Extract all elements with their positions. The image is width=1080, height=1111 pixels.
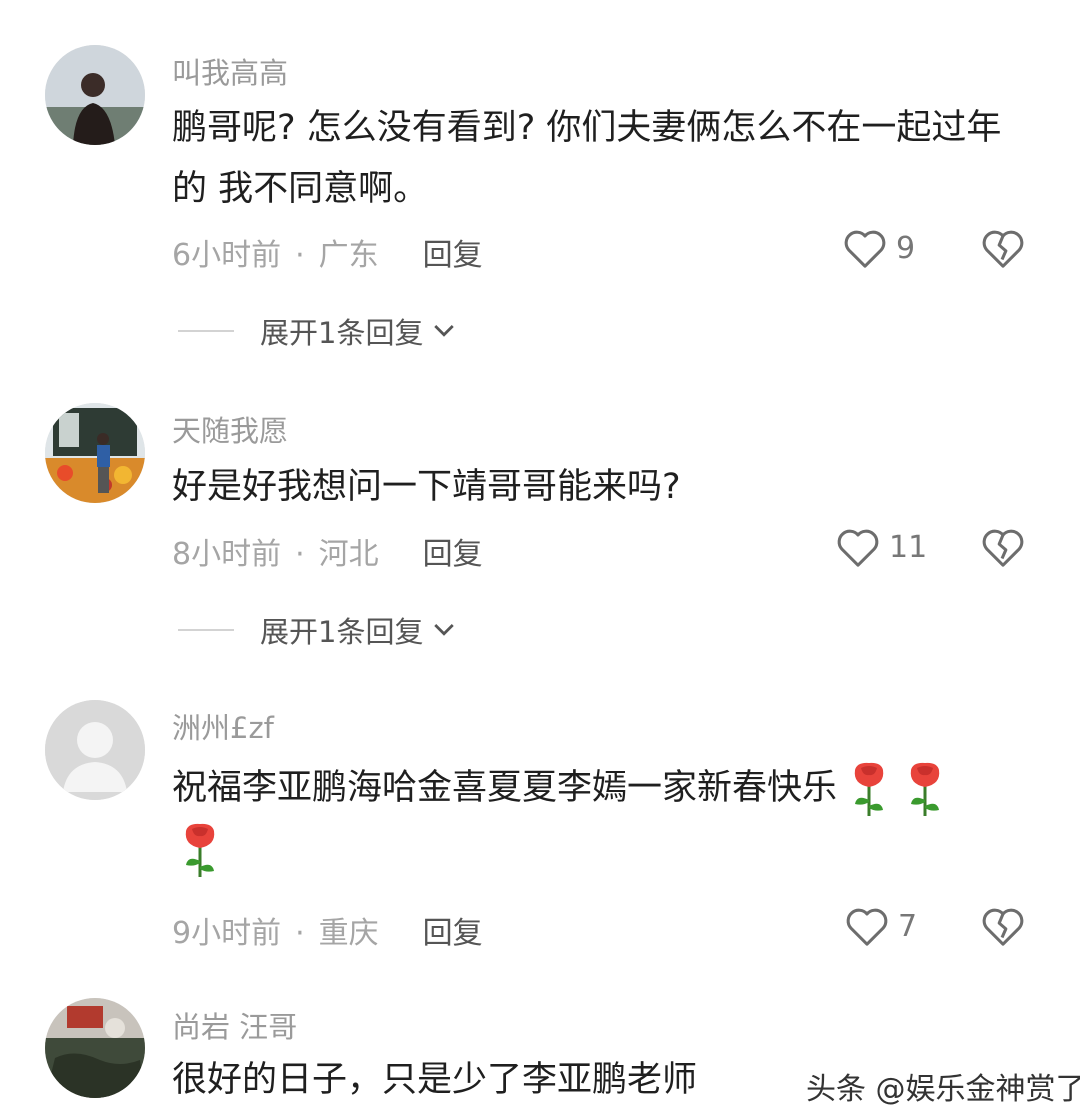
chevron-down-icon <box>434 624 455 636</box>
like-count: 7 <box>898 908 918 944</box>
broken-heart-icon[interactable] <box>980 226 1026 270</box>
expand-replies-button[interactable]: 展开1条回复 <box>178 609 459 651</box>
divider-line <box>178 330 234 332</box>
like-count: 9 <box>896 230 916 266</box>
heart-outline-icon <box>844 230 886 268</box>
broken-heart-icon[interactable] <box>980 904 1026 948</box>
rose-emoji <box>185 823 215 877</box>
meta-separator: · <box>295 238 305 273</box>
comment-text: 祝福李亚鹏海哈金喜夏夏李嫣一家新春快乐 <box>172 758 1022 880</box>
watermark: 头条 @娱乐金神赏了 <box>806 1072 1080 1107</box>
reply-button[interactable]: 回复 <box>423 916 483 951</box>
avatar[interactable] <box>45 998 145 1098</box>
avatar[interactable] <box>45 403 145 503</box>
comment-location: 重庆 <box>318 916 379 951</box>
meta-separator: · <box>295 916 305 951</box>
comment-username[interactable]: 尚岩 汪哥 <box>172 1004 297 1046</box>
like-count: 11 <box>889 529 928 565</box>
rose-emoji <box>910 762 940 816</box>
reply-button[interactable]: 回复 <box>423 238 483 273</box>
heart-outline-icon <box>837 529 879 567</box>
comment-time: 8小时前 <box>172 537 282 572</box>
heart-outline-icon <box>846 908 888 946</box>
like-button[interactable]: 7 <box>844 904 917 948</box>
comment-text-body: 祝福李亚鹏海哈金喜夏夏李嫣一家新春快乐 <box>172 768 838 808</box>
rose-emoji <box>854 762 884 816</box>
comment-time: 9小时前 <box>172 916 282 951</box>
comment-username[interactable]: 叫我高高 <box>172 50 288 92</box>
comment-username[interactable]: 洲州£zf <box>172 705 274 747</box>
expand-replies-button[interactable]: 展开1条回复 <box>178 310 459 352</box>
broken-heart-icon[interactable] <box>980 525 1026 569</box>
comment-text: 好是好我想问一下靖哥哥能来吗? <box>172 467 681 507</box>
comment-username[interactable]: 天随我愿 <box>172 408 288 450</box>
like-button[interactable]: 11 <box>835 525 927 569</box>
comment-location: 河北 <box>318 537 379 572</box>
expand-replies-label: 展开1条回复 <box>260 615 424 649</box>
reply-button[interactable]: 回复 <box>423 537 483 572</box>
avatar[interactable] <box>45 45 145 145</box>
comment-meta: 8小时前 · 河北 回复 <box>172 529 483 573</box>
like-button[interactable]: 9 <box>842 226 915 270</box>
divider-line <box>178 629 234 631</box>
meta-separator: · <box>295 537 305 572</box>
comment-meta: 6小时前 · 广东 回复 <box>172 230 483 274</box>
comment-time: 6小时前 <box>172 238 282 273</box>
avatar[interactable] <box>45 700 145 800</box>
chevron-down-icon <box>434 325 455 337</box>
comment-location: 广东 <box>318 238 379 273</box>
comment-text: 鹏哥呢? 怎么没有看到? 你们夫妻俩怎么不在一起过年的 我不同意啊。 <box>172 108 1002 209</box>
expand-replies-label: 展开1条回复 <box>260 316 424 350</box>
comment-meta: 9小时前 · 重庆 回复 <box>172 908 483 952</box>
